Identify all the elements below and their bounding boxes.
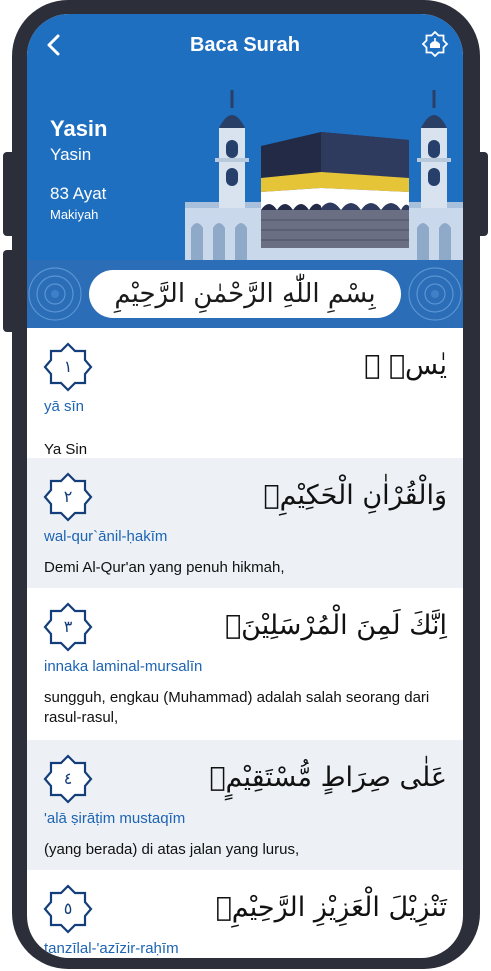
verse-item[interactable]: ٢ وَالْقُرْاٰنِ الْحَكِيْمِۙ wal-qur`āni… — [27, 458, 463, 588]
ayat-count: 83 Ayat — [50, 184, 107, 203]
verse-transliteration: yā sīn — [44, 398, 85, 415]
verse-item[interactable]: ٥ تَنْزِيْلَ الْعَزِيْزِ الرَّحِيْمِۙ ta… — [27, 870, 463, 958]
app-screen: Baca Surah Yasin Yasin 83 Ayat Makiyah ب… — [27, 14, 463, 958]
verse-arabic: وَالْقُرْاٰنِ الْحَكِيْمِۙ — [263, 480, 447, 511]
surah-name: Yasin — [50, 116, 108, 141]
revelation-type: Makiyah — [50, 207, 99, 222]
verse-item[interactable]: ٣ اِنَّكَ لَمِنَ الْمُرْسَلِيْنَۙ innaka… — [27, 588, 463, 740]
verse-arabic: اِنَّكَ لَمِنَ الْمُرْسَلِيْنَۙ — [224, 610, 447, 641]
verse-arabic: يٰسۤ ۚ — [364, 350, 447, 381]
verse-translation: Demi Al-Qur'an yang penuh hikmah, — [44, 559, 285, 576]
verse-arabic: عَلٰى صِرَاطٍ مُّسْتَقِيْمٍۗ — [209, 762, 447, 793]
verse-number: ٤ — [63, 769, 73, 788]
verse-transliteration: innaka laminal-mursalīn — [44, 658, 203, 675]
verse-transliteration: wal-qur`ānil-ḥakīm — [44, 528, 168, 545]
verse-translation: Ya Sin — [44, 441, 88, 458]
verse-item[interactable]: ١ يٰسۤ ۚ yā sīn Ya Sin — [27, 328, 463, 458]
verse-number: ٢ — [63, 487, 73, 506]
verse-transliteration: tanzīlal-'azīzir-raḥīm — [44, 940, 179, 957]
verse-number: ١ — [63, 357, 73, 376]
bismillah-text: بِسْمِ اللّٰهِ الرَّحْمٰنِ الرَّحِيْمِ — [114, 279, 376, 309]
verse-item[interactable]: ٤ عَلٰى صِرَاطٍ مُّسْتَقِيْمٍۗ 'alā ṣirā… — [27, 740, 463, 870]
bismillah-banner: بِسْمِ اللّٰهِ الرَّحْمٰنِ الرَّحِيْمِ — [27, 260, 463, 328]
verse-number: ٥ — [63, 899, 73, 918]
verse-arabic: تَنْزِيْلَ الْعَزِيْزِ الرَّحِيْمِۙ — [215, 892, 447, 923]
verse-number: ٣ — [63, 617, 73, 636]
page-title: Baca Surah — [189, 34, 301, 56]
surah-latin-name: Yasin — [50, 145, 92, 164]
mosque-badge-icon — [421, 30, 449, 58]
surah-menu-button[interactable] — [421, 30, 449, 59]
verse-translation: (yang berada) di atas jalan yang lurus, — [44, 841, 300, 858]
verse-transliteration: 'alā ṣirāṭim mustaqīm — [44, 810, 186, 827]
top-bar: Baca Surah — [27, 14, 463, 74]
surah-header: Baca Surah Yasin Yasin 83 Ayat Makiyah — [27, 14, 463, 262]
kaaba-illustration — [185, 90, 463, 262]
verse-list[interactable]: ١ يٰسۤ ۚ yā sīn Ya Sin ٢ وَالْقُرْاٰنِ ا… — [27, 328, 463, 958]
verse-translation: sungguh, engkau (Muhammad) adalah salah … — [44, 689, 430, 726]
